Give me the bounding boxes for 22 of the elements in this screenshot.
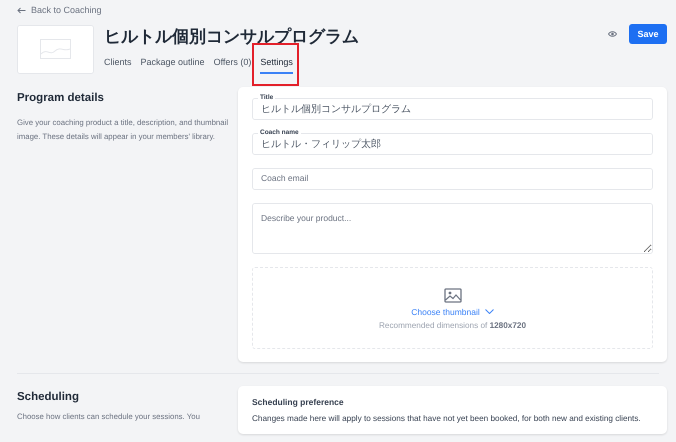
chevron-down-icon (484, 309, 494, 314)
section-heading: Program details (17, 92, 105, 104)
arrow-left-icon (17, 6, 26, 14)
text-field[interactable]: ヒルトル個別コンサルプログラム (252, 98, 653, 120)
tab[interactable]: Settings (260, 54, 293, 74)
tab[interactable]: Offers (0) (214, 54, 252, 74)
choose-thumbnail-link[interactable]: Choose thumbnail (411, 306, 494, 316)
tab[interactable]: Clients (104, 54, 132, 74)
description-field[interactable]: Describe your product... (252, 202, 653, 254)
image-icon (40, 39, 71, 59)
thumbnail-dropzone[interactable]: Choose thumbnail Recommended dimensions of 1280x720 (252, 266, 653, 348)
dimensions-hint: Recommended dimensions of 1280x720 (378, 320, 526, 330)
section-heading: Scheduling (17, 390, 80, 402)
eye-icon[interactable] (608, 30, 617, 36)
text-field[interactable]: Coach email (252, 168, 653, 190)
program-title: ヒルトル個別コンサルプログラム (104, 26, 360, 48)
card-title: Scheduling preference (252, 396, 345, 406)
tab[interactable]: Package outline (140, 54, 205, 74)
save-button[interactable]: Save (629, 24, 667, 44)
image-icon (444, 288, 462, 302)
card-text: Changes made here will apply to sessions that have not yet been booked, for both new and existing clients. (252, 414, 642, 424)
back-link[interactable]: Back to Coaching (17, 3, 102, 17)
